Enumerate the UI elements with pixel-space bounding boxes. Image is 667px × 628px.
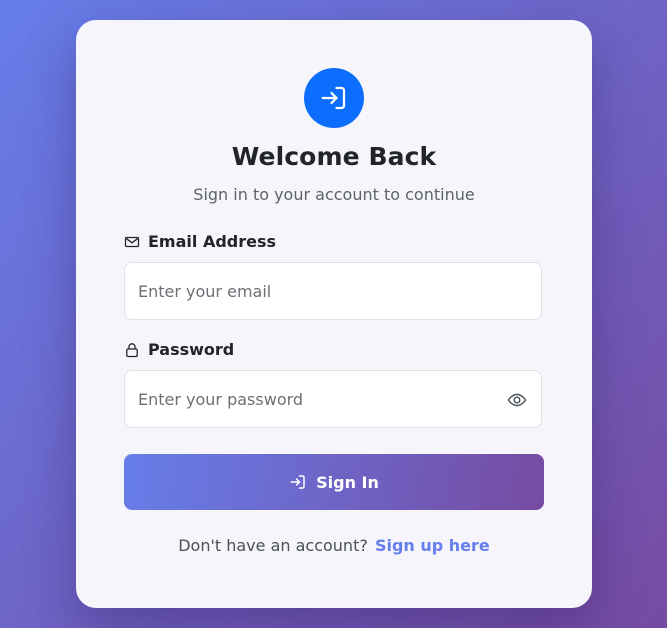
signup-prompt: Don't have an account? Sign up here [76,536,592,555]
email-field[interactable] [124,262,542,320]
login-card: Welcome Back Sign in to your account to … [76,20,592,608]
email-label: Email Address [124,232,276,251]
password-label: Password [124,340,234,359]
password-label-text: Password [148,340,235,359]
sign-in-icon [289,473,307,491]
envelope-icon [124,234,140,250]
password-input[interactable] [125,371,478,427]
sign-in-icon [321,86,346,110]
page-title: Welcome Back [231,142,437,171]
lock-icon [124,342,140,358]
email-input[interactable] [125,263,478,319]
email-label-text: Email Address [148,232,277,251]
sign-in-button[interactable]: Sign In [124,454,544,510]
signup-prompt-text: Don't have an account? [178,536,368,555]
signup-link[interactable]: Sign up here [375,536,490,555]
eye-icon[interactable] [507,390,527,410]
sign-in-button-label: Sign In [316,472,379,492]
logo-badge [304,68,364,128]
page-subtitle: Sign in to your account to continue [193,185,475,204]
password-field[interactable] [124,370,542,428]
